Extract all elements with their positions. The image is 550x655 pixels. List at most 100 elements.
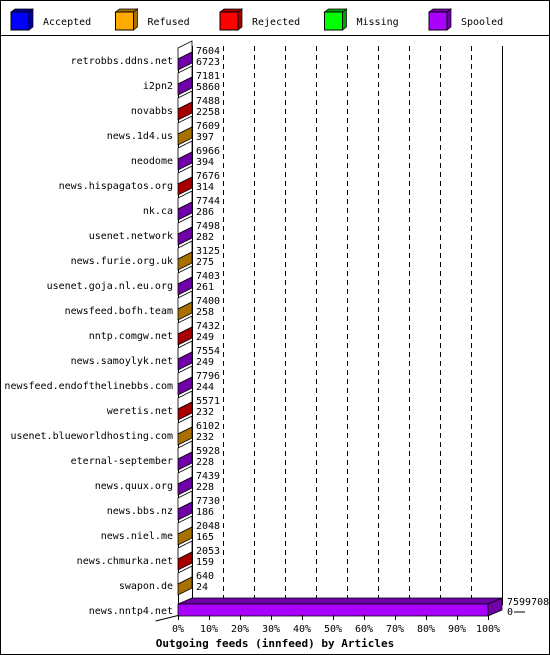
row-label: usenet.network [89,231,173,242]
row-value-top: 3125 [196,246,220,257]
row-label: news.chmurka.net [77,556,173,567]
legend-label-spooled: Spooled [461,17,503,28]
row-value-bottom: 228 [196,457,214,468]
row-value-bottom: 186 [196,507,214,518]
row-value-bottom: 228 [196,482,214,493]
row-label: usenet.blueworldhosting.com [10,431,173,442]
legend-swatch-refused [115,11,134,31]
row-value-top: 6966 [196,146,220,157]
row-value-top: 7730 [196,496,220,507]
legend-swatch-rejected [219,11,239,31]
row-label: news.1d4.us [107,131,173,142]
row-label: news.quux.org [95,481,173,492]
row-value-top: 7400 [196,296,220,307]
row-value-top: 7744 [196,196,220,207]
row-value-bottom: 258 [196,307,214,318]
row-label: novabbs [131,106,173,117]
x-tick-label: 50% [324,624,342,635]
row-value-bottom: 165 [196,532,214,543]
row-value-top: 7403 [196,271,220,282]
x-tick-label: 60% [355,624,373,635]
legend-label-accepted: Accepted [43,17,91,28]
row-label: neodome [131,156,173,167]
row-value-top: 2048 [196,521,220,532]
legend-label-rejected: Rejected [252,17,300,28]
row-value-top: 7432 [196,321,220,332]
x-tick-label: 30% [262,624,280,635]
bar-top-news.nntp4.net [177,597,503,605]
row-value-bottom: 244 [196,382,214,393]
row-value-bottom: 261 [196,282,214,293]
row-label: nk.ca [143,206,173,217]
bar-news.nntp4.net [177,603,489,617]
row-value-bottom: 232 [196,432,214,443]
row-value-top: 7498 [196,221,220,232]
row-value-bottom: 282 [196,232,214,243]
row-label: swapon.de [119,581,173,592]
row-value-bottom: 159 [196,557,214,568]
row-value-bottom: 249 [196,332,214,343]
chart-title: Outgoing feeds (innfeed) by Articles [156,637,394,650]
row-label: newsfeed.endofthelinebbs.com [4,381,173,392]
row-value-bottom: 314 [196,182,214,193]
row-value-top: 2053 [196,546,220,557]
legend-swatch-missing [324,11,343,31]
x-tick-label: 70% [386,624,404,635]
x-tick-label: 100% [476,624,500,635]
row-value-bottom: 394 [196,157,214,168]
row-value-top: 7439 [196,471,220,482]
legend-swatch-spooled [428,11,448,31]
row-value-bottom: 397 [196,132,214,143]
legend-swatch-side [237,8,243,31]
row-label: retrobbs.ddns.net [71,56,173,67]
row-value-top: 640 [196,571,214,582]
x-tick-label: 90% [448,624,466,635]
row-value-top: 7609 [196,121,220,132]
row-label: usenet.goja.nl.eu.org [47,281,173,292]
row-value-bottom: 232 [196,407,214,418]
row-value-top: 7604 [196,46,220,57]
row-label: weretis.net [107,406,173,417]
row-label: newsfeed.bofh.team [65,306,173,317]
legend-swatch-side [446,8,452,31]
row-value-top: 5928 [196,446,220,457]
row-value-bottom: 5860 [196,82,220,93]
row-value-bottom: 6723 [196,57,220,68]
row-label: i2pn2 [143,81,173,92]
row-value-top: 7676 [196,171,220,182]
legend-label-refused: Refused [148,17,190,28]
row-value-top: 7554 [196,346,220,357]
x-tick-label: 20% [231,624,249,635]
row-value-top: 6102 [196,421,220,432]
row-value-bottom: 2258 [196,107,220,118]
x-tick-label: 0% [172,624,184,635]
x-tick-label: 40% [293,624,311,635]
innfeed-chart: Accepted Refused Rejected Missing Spooled ret… [0,0,550,655]
x-tick-label: 80% [417,624,435,635]
row-label: news.samoylyk.net [71,356,173,367]
legend-label-missing: Missing [357,17,399,28]
row-value-bottom: 249 [196,357,214,368]
row-value-top: 7181 [196,71,220,82]
row-value-top: 7796 [196,371,220,382]
legend-swatch-accepted [10,11,30,31]
chart-svg: Accepted Refused Rejected Missing Spooled ret… [1,8,549,650]
row-value-bottom: 275 [196,257,214,268]
row-label: eternal-september [71,456,173,467]
row-label: news.hispagatos.org [59,181,173,192]
legend-swatch-side [28,8,34,31]
legend-swatch-side [342,8,347,31]
row-label: news.niel.me [101,531,173,542]
row-label: nntp.comgw.net [89,331,173,342]
legend-swatch-side [133,8,138,31]
row-label: news.bbs.nz [107,506,173,517]
row-value-bottom: 24 [196,582,208,593]
row-value-top: 7488 [196,96,220,107]
row-value-top: 5571 [196,396,220,407]
row-value-top: 7599708 [507,597,549,608]
row-label: news.furie.org.uk [71,256,173,267]
x-tick-label: 10% [200,624,218,635]
row-value-bottom: 286 [196,207,214,218]
row-label: news.nntp4.net [89,606,173,617]
row-value-bottom: 0 [507,607,513,618]
